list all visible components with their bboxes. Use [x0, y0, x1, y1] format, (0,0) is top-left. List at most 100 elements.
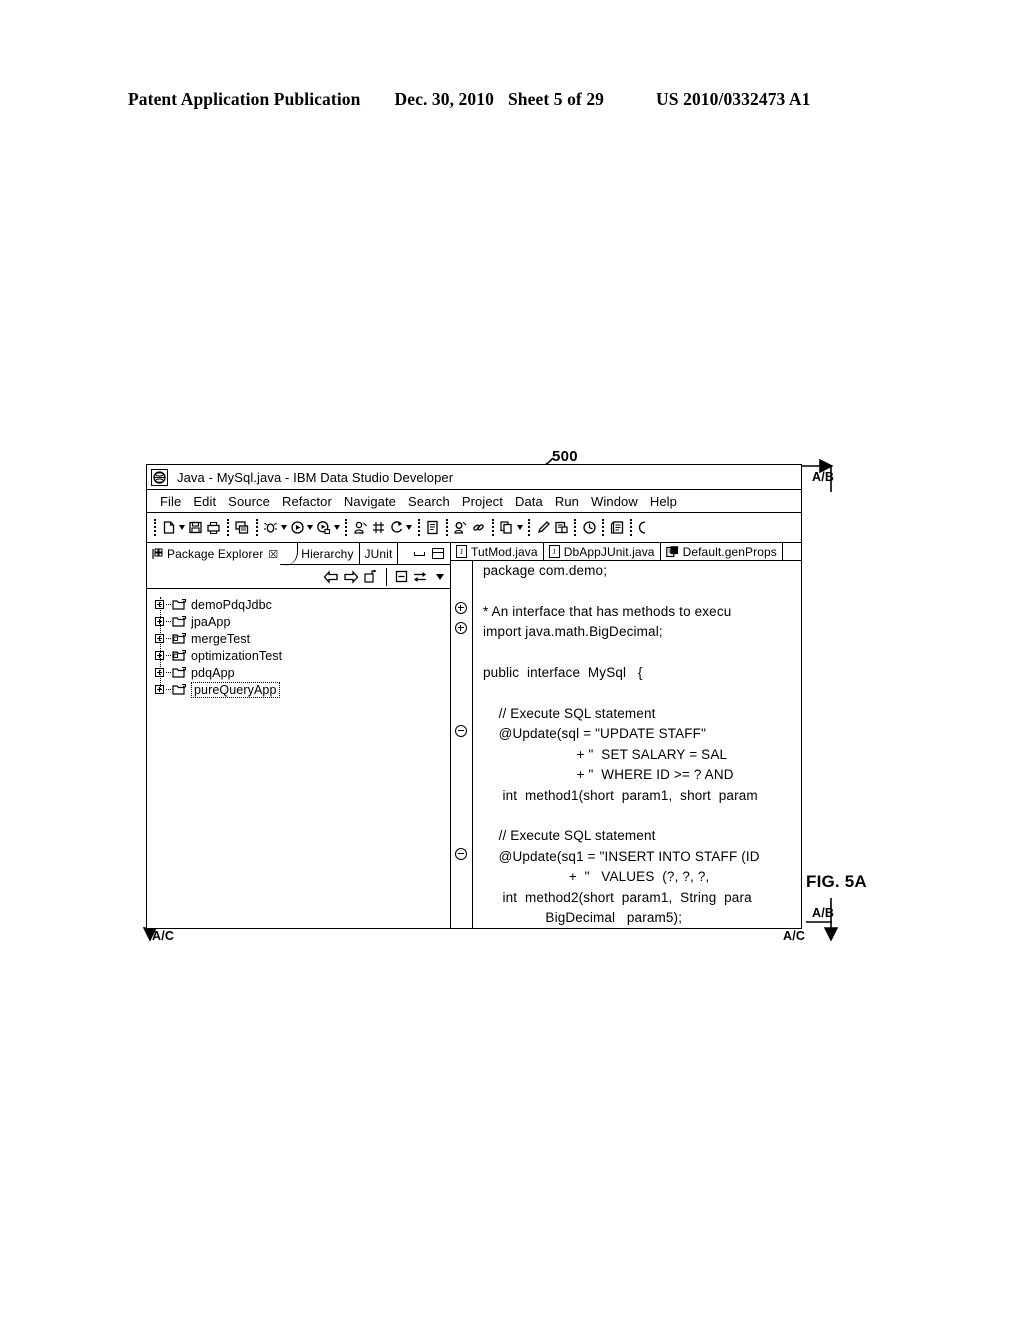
- window-body: Package Explorer ☒ Hierarchy JUnit demoP…: [147, 542, 801, 929]
- code-line: + " VALUES (?, ?, ?,: [483, 869, 710, 885]
- package-explorer-panel: Package Explorer ☒ Hierarchy JUnit demoP…: [147, 542, 451, 928]
- menubar: File Edit Source Refactor Navigate Searc…: [147, 490, 801, 513]
- menu-item-data[interactable]: Data: [509, 494, 549, 509]
- expand-icon[interactable]: [155, 600, 164, 609]
- fold-collapse-icon[interactable]: [455, 725, 467, 738]
- print-icon[interactable]: [206, 520, 221, 535]
- chevron-down-icon[interactable]: [307, 525, 313, 530]
- tab-junit-label: JUnit: [364, 546, 393, 561]
- expand-icon[interactable]: [155, 651, 164, 660]
- menu-item-file[interactable]: File: [154, 494, 187, 509]
- fold-expand-icon[interactable]: [455, 622, 467, 635]
- chevron-down-icon[interactable]: [333, 525, 340, 530]
- up-icon[interactable]: [363, 569, 378, 584]
- menu-item-run[interactable]: Run: [549, 494, 585, 509]
- annotate-icon[interactable]: [554, 520, 569, 535]
- menu-item-help[interactable]: Help: [644, 494, 683, 509]
- new-package-icon[interactable]: [371, 520, 386, 535]
- tree-item-pdqapp[interactable]: pdqApp: [155, 664, 450, 681]
- tree-item-optimizationtest[interactable]: optimizationTest: [155, 647, 450, 664]
- menu-item-search[interactable]: Search: [402, 494, 456, 509]
- search-icon[interactable]: [453, 520, 468, 535]
- collapse-all-icon[interactable]: [395, 570, 408, 583]
- menu-item-edit[interactable]: Edit: [187, 494, 222, 509]
- tree-item-demopdqjdbc[interactable]: demoPdqJdbc: [155, 596, 450, 613]
- menu-item-window[interactable]: Window: [585, 494, 644, 509]
- expand-icon[interactable]: [155, 685, 164, 694]
- chevron-down-icon[interactable]: [179, 525, 185, 530]
- tab-tutmod-java[interactable]: J TutMod.java: [451, 543, 544, 561]
- toolbar-separator: [602, 519, 604, 536]
- toolbar-separator: [445, 519, 448, 536]
- package-explorer-tabrow: Package Explorer ☒ Hierarchy JUnit: [147, 542, 450, 566]
- forward-icon[interactable]: [343, 569, 359, 584]
- minimize-button[interactable]: [414, 551, 425, 556]
- tab-package-explorer[interactable]: Package Explorer ☒: [147, 543, 280, 565]
- new-java-class-icon[interactable]: [353, 520, 368, 535]
- link-icon[interactable]: [471, 520, 486, 535]
- java-project-icon: [172, 615, 187, 628]
- editor-gutter[interactable]: [451, 561, 473, 928]
- window-titlebar: Java - MySql.java - IBM Data Studio Deve…: [147, 465, 801, 490]
- close-icon[interactable]: ☒: [268, 548, 278, 561]
- tree-connector: [166, 672, 171, 673]
- open-type-icon[interactable]: [425, 520, 440, 535]
- menu-item-project[interactable]: Project: [456, 494, 509, 509]
- link-with-editor-icon[interactable]: [412, 570, 428, 584]
- expand-icon[interactable]: [155, 668, 164, 677]
- toolbar-separator: [255, 519, 258, 536]
- history-icon[interactable]: [582, 520, 597, 535]
- new-file-icon[interactable]: [162, 520, 185, 535]
- project-tree: demoPdqJdbc jpaApp mergeTest optimizatio…: [147, 589, 450, 928]
- tree-item-jpaapp[interactable]: jpaApp: [155, 613, 450, 630]
- menu-item-navigate[interactable]: Navigate: [338, 494, 402, 509]
- code-line: int method2(short param1, String para: [483, 889, 752, 905]
- code-text[interactable]: package com.demo; * An interface that ha…: [473, 561, 801, 929]
- run-sql-icon[interactable]: [316, 520, 340, 535]
- tree-item-label: jpaApp: [191, 614, 231, 629]
- back-icon[interactable]: [323, 569, 339, 584]
- tab-default-genprops[interactable]: Default.genProps: [661, 543, 783, 561]
- toolbar-separator: [226, 519, 229, 536]
- java-project-icon: [172, 632, 187, 645]
- overflow-icon[interactable]: [638, 520, 648, 535]
- tab-slant-divider: [280, 542, 299, 566]
- tab-junit[interactable]: JUnit: [359, 543, 399, 565]
- expand-icon[interactable]: [155, 617, 164, 626]
- chevron-down-icon[interactable]: [406, 525, 412, 530]
- toolbar-separator: [574, 519, 576, 536]
- debug-icon[interactable]: [263, 520, 287, 535]
- pencil-icon[interactable]: [536, 520, 551, 535]
- maximize-button[interactable]: [432, 548, 444, 559]
- tree-item-purequeryapp[interactable]: pureQueryApp: [155, 681, 450, 698]
- chevron-down-icon[interactable]: [280, 525, 287, 530]
- application-window: Java - MySql.java - IBM Data Studio Deve…: [146, 464, 802, 929]
- expand-icon[interactable]: [155, 634, 164, 643]
- copy-icon[interactable]: [499, 520, 523, 535]
- code-editor[interactable]: package com.demo; * An interface that ha…: [451, 561, 801, 929]
- run-icon[interactable]: [290, 520, 313, 535]
- continuation-marker-ab-top: A/B: [812, 470, 835, 484]
- fold-collapse-icon[interactable]: [455, 848, 467, 861]
- save-icon[interactable]: [188, 520, 203, 535]
- java-project-icon: [172, 649, 187, 662]
- toolbar-separator: [345, 519, 347, 536]
- external-tools-icon[interactable]: [389, 520, 412, 535]
- tab-dbappjunit-java-label: DbAppJUnit.java: [563, 544, 655, 559]
- fold-expand-icon[interactable]: [455, 602, 467, 615]
- chevron-down-icon[interactable]: [516, 525, 523, 530]
- tab-hierarchy[interactable]: Hierarchy: [296, 543, 360, 565]
- code-line: + " WHERE ID >= ? AND: [483, 767, 734, 783]
- tree-item-mergetest[interactable]: mergeTest: [155, 630, 450, 647]
- view-menu-icon[interactable]: [436, 573, 444, 580]
- menu-item-refactor[interactable]: Refactor: [276, 494, 338, 509]
- tab-dbappjunit-java[interactable]: J DbAppJUnit.java: [544, 543, 661, 561]
- menu-item-source[interactable]: Source: [222, 494, 276, 509]
- properties-icon[interactable]: [610, 520, 625, 535]
- build-all-icon[interactable]: [234, 520, 250, 535]
- figure-5a: 500 A/B A/B A/C A/C FIG. 5A Link SQL to …: [0, 0, 1024, 1320]
